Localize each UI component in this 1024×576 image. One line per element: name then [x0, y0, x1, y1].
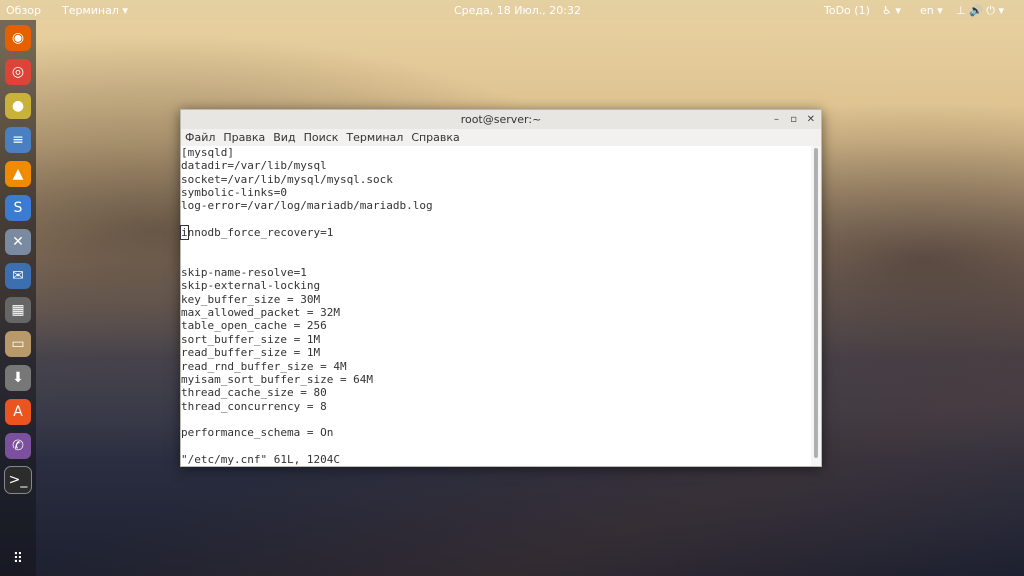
system-menu[interactable]: ⊥ 🔊 ⏻ ▾ — [956, 4, 1004, 18]
terminal-line: thread_concurrency = 8 — [181, 399, 327, 413]
terminal-window: root@server:~ – ▫ ✕ Файл Правка Вид Поиск Те… — [180, 109, 822, 467]
menu-item[interactable]: Поиск — [304, 129, 339, 146]
terminal-line: performance_schema = On — [181, 426, 334, 440]
installer-icon[interactable]: ⬇ — [5, 365, 31, 391]
terminal-line: key_buffer_size = 30M — [181, 292, 321, 306]
terminal-line: symbolic-links=0 — [181, 186, 287, 200]
todo-indicator[interactable]: ToDo (1) — [824, 4, 870, 17]
app-menu[interactable]: Терминал ▾ — [62, 4, 128, 17]
menu-item[interactable]: Вид — [273, 129, 295, 146]
firefox-icon[interactable]: ◉ — [5, 25, 31, 51]
terminal-line: log-error=/var/log/mariadb/mariadb.log — [181, 199, 433, 213]
accessibility-menu[interactable]: ♿ ▾ — [882, 4, 901, 17]
software-center-icon[interactable]: A — [5, 399, 31, 425]
show-apps-icon[interactable]: ⠿ — [5, 546, 31, 572]
terminal-line: [mysqld] — [181, 146, 234, 159]
text-editor-icon[interactable]: ≡ — [5, 127, 31, 153]
top-bar: Обзор Терминал ▾ Среда, 18 Июл., 20:32 T… — [0, 0, 1024, 20]
terminal-line-text: nnodb_force_recovery=1 — [187, 226, 334, 240]
terminal-line: sort_buffer_size = 1M — [181, 332, 321, 346]
thunderbird-icon[interactable]: ✉ — [5, 263, 31, 289]
vlc-icon[interactable]: ▲ — [5, 161, 31, 187]
scrollbar[interactable] — [811, 146, 821, 466]
terminal-icon[interactable]: >_ — [4, 466, 32, 494]
terminal-line: read_buffer_size = 1M — [181, 346, 321, 360]
terminal-line: "/etc/my.cnf" 61L, 1204C — [181, 452, 340, 466]
window-title: root@server:~ — [460, 113, 542, 126]
terminal-line: datadir=/var/lib/mysql — [181, 159, 327, 173]
media-player-icon[interactable]: ● — [5, 93, 31, 119]
scrollbar-thumb[interactable] — [814, 148, 818, 458]
chrome-icon[interactable]: ◎ — [5, 59, 31, 85]
dock: ◉ ◎ ● ≡ ▲ S ✕ ✉ ▦ ▭ ⬇ A ✆ >_ ⠿ — [0, 20, 36, 576]
clock[interactable]: Среда, 18 Июл., 20:32 — [454, 4, 581, 17]
terminal-line: table_open_cache = 256 — [181, 319, 327, 333]
calculator-icon[interactable]: ▦ — [5, 297, 31, 323]
terminal-output[interactable]: [mysqld] datadir=/var/lib/mysql socket=/va… — [180, 146, 811, 466]
language-menu[interactable]: en ▾ — [920, 4, 943, 17]
viber-icon[interactable]: ✆ — [5, 433, 31, 459]
terminal-line: read_rnd_buffer_size = 4M — [181, 359, 347, 373]
menu-bar: Файл Правка Вид Поиск Терминал Справка — [181, 129, 821, 146]
close-button[interactable]: ✕ — [807, 110, 815, 129]
menu-item[interactable]: Файл — [185, 129, 215, 146]
menu-item[interactable]: Справка — [411, 129, 459, 146]
terminal-line: socket=/var/lib/mysql/mysql.sock — [181, 172, 393, 186]
minimize-button[interactable]: – — [774, 110, 779, 129]
menu-item[interactable]: Правка — [223, 129, 265, 146]
activities-button[interactable]: Обзор — [6, 4, 41, 17]
terminal-line: myisam_sort_buffer_size = 64M — [181, 372, 374, 386]
terminal-line: max_allowed_packet = 32M — [181, 306, 340, 320]
terminal-line: innodb_force_recovery=1 — [180, 225, 811, 241]
text-cursor: i — [180, 225, 189, 241]
terminal-line: skip-external-locking — [181, 279, 321, 293]
menu-item[interactable]: Терминал — [346, 129, 403, 146]
files-icon[interactable]: ▭ — [5, 331, 31, 357]
simplenote-icon[interactable]: S — [5, 195, 31, 221]
maximize-button[interactable]: ▫ — [790, 110, 797, 129]
terminal-line: thread_cache_size = 80 — [181, 386, 327, 400]
terminal-line: skip-name-resolve=1 — [181, 266, 307, 280]
tools-icon[interactable]: ✕ — [5, 229, 31, 255]
title-bar[interactable]: root@server:~ – ▫ ✕ — [181, 110, 821, 129]
